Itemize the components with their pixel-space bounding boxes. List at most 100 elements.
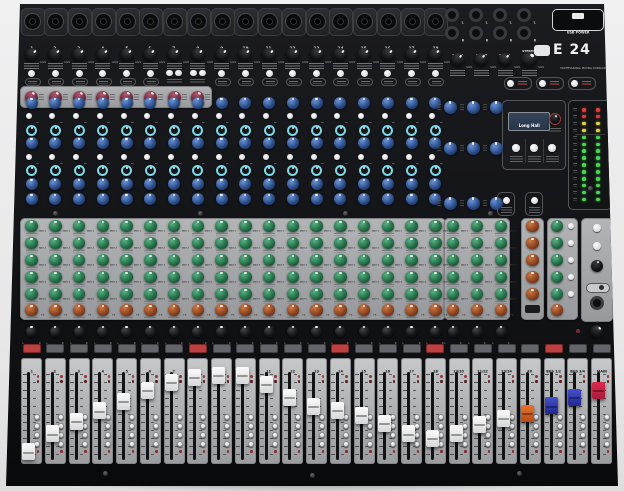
eq-hi-mid-knob[interactable] (287, 137, 299, 149)
routing-toggle-button[interactable] (504, 77, 532, 90)
fx-return-knob[interactable] (526, 271, 539, 284)
eq-mid-knob[interactable] (467, 142, 480, 155)
combo-input-jack[interactable] (329, 8, 353, 36)
aux-send-knob-aux-4[interactable] (73, 271, 86, 284)
combo-input-jack[interactable] (44, 8, 68, 36)
pan-knob[interactable] (264, 326, 275, 337)
pad-button[interactable] (190, 70, 197, 77)
low-cut-button[interactable] (28, 70, 35, 77)
aux-send-knob-aux-1[interactable] (49, 220, 62, 233)
eq-hi-mid-freq-knob[interactable] (192, 125, 203, 136)
eq-hi-mid-knob[interactable] (168, 137, 180, 149)
assign-button[interactable] (129, 432, 135, 438)
aux-send-knob-aux-2[interactable] (495, 237, 508, 250)
eq-lo-mid-knob[interactable] (287, 178, 299, 190)
assign-button[interactable] (367, 432, 373, 438)
aux-send-knob-aux-2[interactable] (447, 237, 460, 250)
toggle-dot[interactable] (539, 80, 546, 87)
aux-send-knob-aux-4[interactable] (495, 271, 508, 284)
mute-button[interactable]: MUTE (308, 344, 326, 353)
eq-hi-mid-freq-knob[interactable] (406, 125, 417, 136)
eq-button[interactable] (49, 154, 55, 160)
aux-send-knob-aux-3[interactable] (382, 254, 395, 267)
eq-button[interactable] (263, 154, 269, 160)
routing-toggle-button[interactable] (568, 77, 596, 90)
eq-hi-mid-freq-knob[interactable] (287, 125, 298, 136)
mute-button[interactable]: MUTE (189, 344, 207, 353)
assign-button[interactable] (390, 432, 396, 438)
aux-send-knob-aux-3[interactable] (495, 254, 508, 267)
assign-button[interactable] (414, 414, 420, 420)
assign-button[interactable] (319, 414, 325, 420)
assign-button[interactable] (390, 441, 396, 447)
fader-handle[interactable] (402, 425, 415, 442)
fader-handle[interactable] (331, 402, 344, 419)
aux-send-knob-aux-4[interactable] (192, 271, 205, 284)
eq-button[interactable] (121, 154, 127, 160)
eq-hi-knob[interactable] (97, 97, 109, 109)
eq-hi-mid-freq-knob[interactable] (335, 125, 346, 136)
assign-button[interactable] (200, 423, 206, 429)
aux-send-knob-aux-1[interactable] (310, 220, 323, 233)
aux-send-knob-aux-2[interactable] (215, 237, 228, 250)
stereo-line-jack[interactable] (445, 26, 459, 40)
routing-toggle-button[interactable] (536, 77, 564, 90)
aux-master-knob[interactable] (551, 288, 564, 301)
eq-mid-knob[interactable] (444, 142, 457, 155)
aux-send-knob-fx[interactable] (215, 304, 228, 317)
assign-button[interactable] (177, 423, 183, 429)
combo-input-jack[interactable] (68, 8, 92, 36)
low-cut-button[interactable] (175, 70, 182, 77)
aux-send-knob-aux-4[interactable] (144, 271, 157, 284)
eq-lo-mid-freq-knob[interactable] (311, 165, 322, 176)
aux-send-knob-aux-2[interactable] (287, 237, 300, 250)
pan-knob[interactable] (359, 326, 370, 337)
aux-send-knob-aux-4[interactable] (120, 271, 133, 284)
fader-handle[interactable] (283, 389, 296, 406)
eq-hi-mid-knob[interactable] (216, 137, 228, 149)
assign-button[interactable] (485, 441, 491, 447)
aux-send-knob-aux-5[interactable] (49, 288, 62, 301)
low-cut-button[interactable] (99, 70, 106, 77)
eq-lo-mid-freq-knob[interactable] (26, 165, 37, 176)
fx-return-knob[interactable] (526, 220, 539, 233)
eq-hi-mid-freq-knob[interactable] (359, 125, 370, 136)
eq-button[interactable] (263, 113, 269, 119)
aux-send-knob-aux-1[interactable] (192, 220, 205, 233)
gain-knob[interactable] (164, 45, 184, 65)
assign-button[interactable] (367, 423, 373, 429)
eq-hi-knob[interactable] (49, 97, 61, 109)
assign-button[interactable] (34, 423, 40, 429)
aux-send-knob-fx[interactable] (120, 304, 133, 317)
low-cut-button[interactable] (242, 70, 249, 77)
aux-send-knob-aux-4[interactable] (215, 271, 228, 284)
aux-send-knob-fx[interactable] (263, 304, 276, 317)
eq-hi-mid-knob[interactable] (311, 137, 323, 149)
assign-button[interactable] (224, 423, 230, 429)
eq-lo-mid-freq-knob[interactable] (192, 165, 203, 176)
aux-send-knob-aux-5[interactable] (239, 288, 252, 301)
gain-knob[interactable] (22, 45, 42, 65)
assign-button[interactable] (509, 441, 515, 447)
eq-hi-knob[interactable] (121, 97, 133, 109)
stereo-line-jack[interactable] (517, 8, 531, 22)
eq-hi-mid-knob[interactable] (97, 137, 109, 149)
eq-lo-mid-freq-knob[interactable] (382, 165, 393, 176)
aux-send-knob-aux-2[interactable] (25, 237, 38, 250)
aux-master-knob[interactable] (551, 271, 564, 284)
eq-hi-mid-freq-knob[interactable] (240, 125, 251, 136)
eq-button[interactable] (334, 113, 340, 119)
assign-button[interactable] (343, 432, 349, 438)
eq-lo-mid-knob[interactable] (73, 178, 85, 190)
aux-send-knob-fx[interactable] (239, 304, 252, 317)
fader-handle[interactable] (521, 405, 534, 422)
eq-button[interactable] (382, 154, 388, 160)
aux-send-knob-aux-4[interactable] (429, 271, 442, 284)
pan-knob[interactable] (448, 326, 459, 337)
eq-hi-mid-knob[interactable] (73, 137, 85, 149)
aux-send-knob-aux-5[interactable] (263, 288, 276, 301)
aux-send-knob-aux-1[interactable] (25, 220, 38, 233)
fader-handle[interactable] (46, 425, 59, 442)
stereo-gain-knob[interactable] (495, 50, 514, 69)
assign-button[interactable] (604, 432, 610, 438)
